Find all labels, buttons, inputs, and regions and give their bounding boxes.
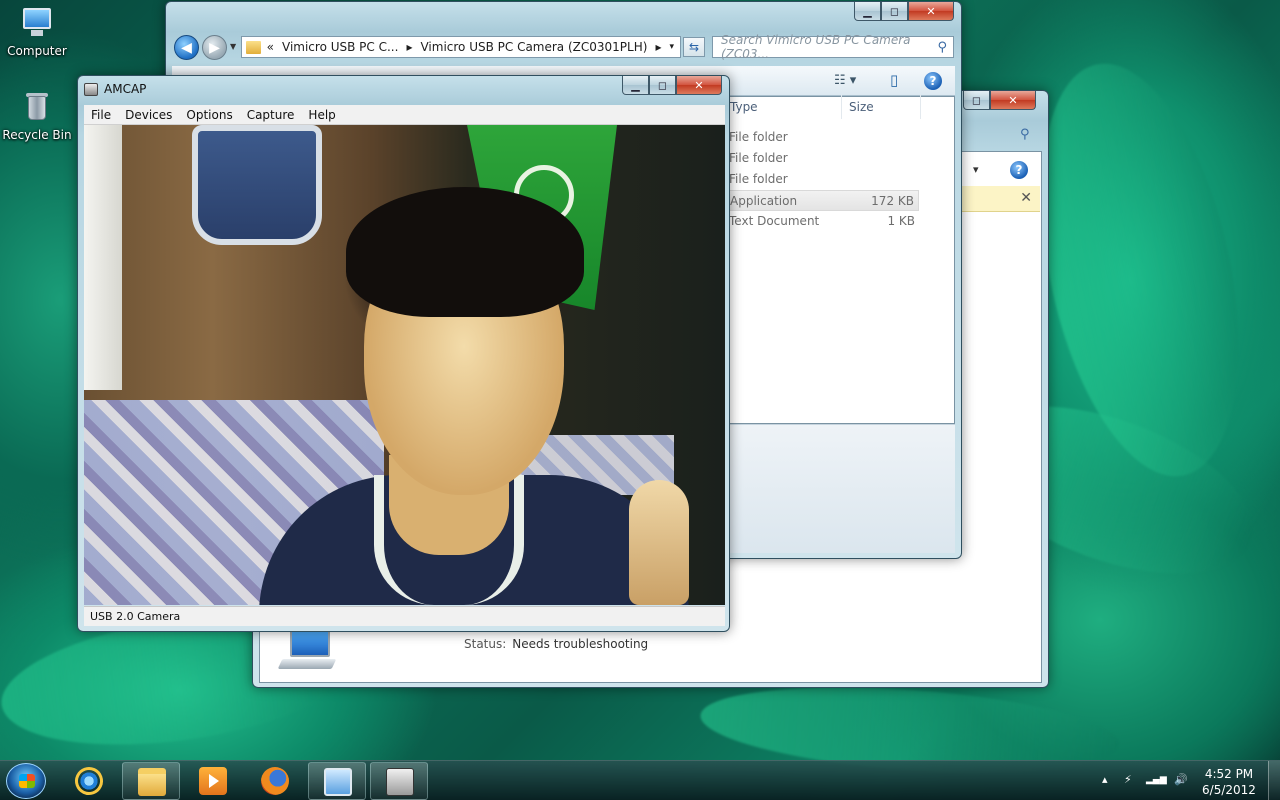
views-caret-icon[interactable]: ▾: [973, 163, 979, 176]
show-desktop-button[interactable]: [1268, 761, 1280, 800]
network-signal-icon[interactable]: ▂▄▆: [1146, 775, 1167, 785]
preview-pane-icon[interactable]: ▯: [890, 71, 898, 89]
windows-explorer-icon: [138, 768, 166, 796]
camera-preview: [84, 125, 725, 605]
desktop-icon-label: Computer: [7, 44, 67, 58]
volume-icon[interactable]: 🔊: [1174, 773, 1188, 786]
start-button[interactable]: [6, 763, 46, 799]
column-header-type[interactable]: Type: [724, 95, 842, 119]
caption-buttons: ▁ ◻ ✕: [854, 2, 954, 21]
maximize-button[interactable]: ◻: [963, 91, 990, 110]
file-row[interactable]: Application 172 KB: [723, 190, 919, 211]
control-panel-icon: [324, 768, 352, 796]
search-placeholder: Search Vimicro USB PC Camera (ZC03...: [721, 33, 911, 61]
file-type: File folder: [729, 151, 788, 165]
back-button[interactable]: ◀: [174, 35, 199, 60]
power-icon[interactable]: ⚡: [1124, 773, 1132, 786]
clock[interactable]: 4:52 PM 6/5/2012: [1197, 766, 1261, 798]
close-button[interactable]: ✕: [676, 76, 722, 95]
history-dropdown-icon[interactable]: ▼: [230, 42, 236, 51]
close-button[interactable]: ✕: [908, 2, 954, 21]
views-icon[interactable]: ☷ ▾: [834, 73, 856, 88]
clock-time: 4:52 PM: [1204, 767, 1254, 781]
breadcrumb-item[interactable]: Vimicro USB PC Camera (ZC0301PLH): [420, 40, 647, 54]
breadcrumb-separator-icon[interactable]: ▸: [406, 40, 412, 54]
internet-explorer-icon: [71, 763, 107, 799]
desktop-icon-label: Recycle Bin: [2, 128, 72, 142]
amcap-app-icon: [84, 83, 98, 96]
maximize-button[interactable]: ◻: [881, 2, 908, 21]
minimize-button[interactable]: ▁: [854, 2, 881, 21]
breadcrumb-item[interactable]: Vimicro USB PC C...: [282, 40, 398, 54]
computer-icon: [20, 6, 54, 40]
refresh-button[interactable]: ⇆: [683, 37, 705, 57]
amcap-icon: [386, 768, 414, 796]
file-type: File folder: [729, 172, 788, 186]
file-row[interactable]: Text Document 1 KB: [723, 211, 919, 232]
address-bar[interactable]: « Vimicro USB PC C... ▸ Vimicro USB PC C…: [241, 36, 681, 58]
taskbar: ▴ ⚡ ▂▄▆ 🔊 4:52 PM 6/5/2012: [0, 760, 1280, 800]
file-row[interactable]: File folder: [723, 169, 919, 190]
file-type: Text Document: [729, 214, 820, 228]
info-bar-close-icon[interactable]: ✕: [1020, 190, 1032, 206]
show-hidden-icons-icon[interactable]: ▴: [1102, 773, 1108, 786]
desktop-icon-computer[interactable]: Computer: [0, 6, 74, 58]
column-header-size[interactable]: Size: [843, 95, 921, 119]
status-bar: USB 2.0 Camera: [84, 606, 725, 626]
minimize-button[interactable]: ▁: [622, 76, 649, 95]
help-icon[interactable]: ?: [924, 72, 942, 90]
taskbar-amcap[interactable]: [370, 762, 428, 800]
search-icon: ⚲: [937, 39, 947, 55]
file-row[interactable]: File folder: [723, 148, 919, 169]
info-bar: ✕: [962, 186, 1040, 212]
menu-capture[interactable]: Capture: [240, 108, 302, 122]
taskbar-firefox[interactable]: [246, 762, 304, 800]
search-icon[interactable]: ⚲: [1020, 127, 1030, 142]
address-dropdown-icon[interactable]: ▾: [669, 42, 674, 52]
file-row[interactable]: File folder: [723, 127, 919, 148]
recycle-bin-icon: [20, 90, 54, 124]
firefox-icon: [261, 767, 289, 795]
status-value: Needs troubleshooting: [512, 637, 649, 651]
menu-file[interactable]: File: [84, 108, 118, 122]
amcap-window[interactable]: AMCAP ▁ ◻ ✕ File Devices Options Capture…: [77, 75, 730, 632]
desktop-icon-recycle-bin[interactable]: Recycle Bin: [0, 90, 74, 142]
breadcrumb-separator-icon[interactable]: ▸: [655, 40, 661, 54]
window-title: AMCAP: [104, 82, 147, 96]
help-icon[interactable]: ?: [1010, 161, 1028, 179]
caption-buttons: ◻ ✕: [963, 91, 1036, 110]
menu-help[interactable]: Help: [301, 108, 342, 122]
taskbar-media-player[interactable]: [184, 762, 242, 800]
search-input[interactable]: Search Vimicro USB PC Camera (ZC03... ⚲: [712, 33, 954, 61]
file-type: Application: [730, 194, 798, 208]
laptop-icon: [277, 625, 337, 675]
clock-date: 6/5/2012: [1202, 783, 1256, 797]
menu-devices[interactable]: Devices: [118, 108, 179, 122]
caption-buttons: ▁ ◻ ✕: [622, 76, 722, 95]
file-size: 1 KB: [887, 214, 915, 228]
menu-bar: File Devices Options Capture Help: [84, 105, 725, 125]
folder-icon: [246, 40, 261, 54]
taskbar-control-panel[interactable]: [308, 762, 366, 800]
forward-button[interactable]: ▶: [202, 35, 227, 60]
taskbar-internet-explorer[interactable]: [60, 762, 118, 800]
file-type: File folder: [729, 130, 788, 144]
close-button[interactable]: ✕: [990, 91, 1036, 110]
menu-options[interactable]: Options: [179, 108, 239, 122]
address-overflow[interactable]: «: [267, 40, 274, 54]
file-size: 172 KB: [871, 194, 914, 208]
taskbar-windows-explorer[interactable]: [122, 762, 180, 800]
maximize-button[interactable]: ◻: [649, 76, 676, 95]
troubleshoot-status: Status: Needs troubleshooting: [464, 637, 648, 651]
media-player-icon: [199, 767, 227, 795]
status-key: Status:: [464, 637, 507, 651]
